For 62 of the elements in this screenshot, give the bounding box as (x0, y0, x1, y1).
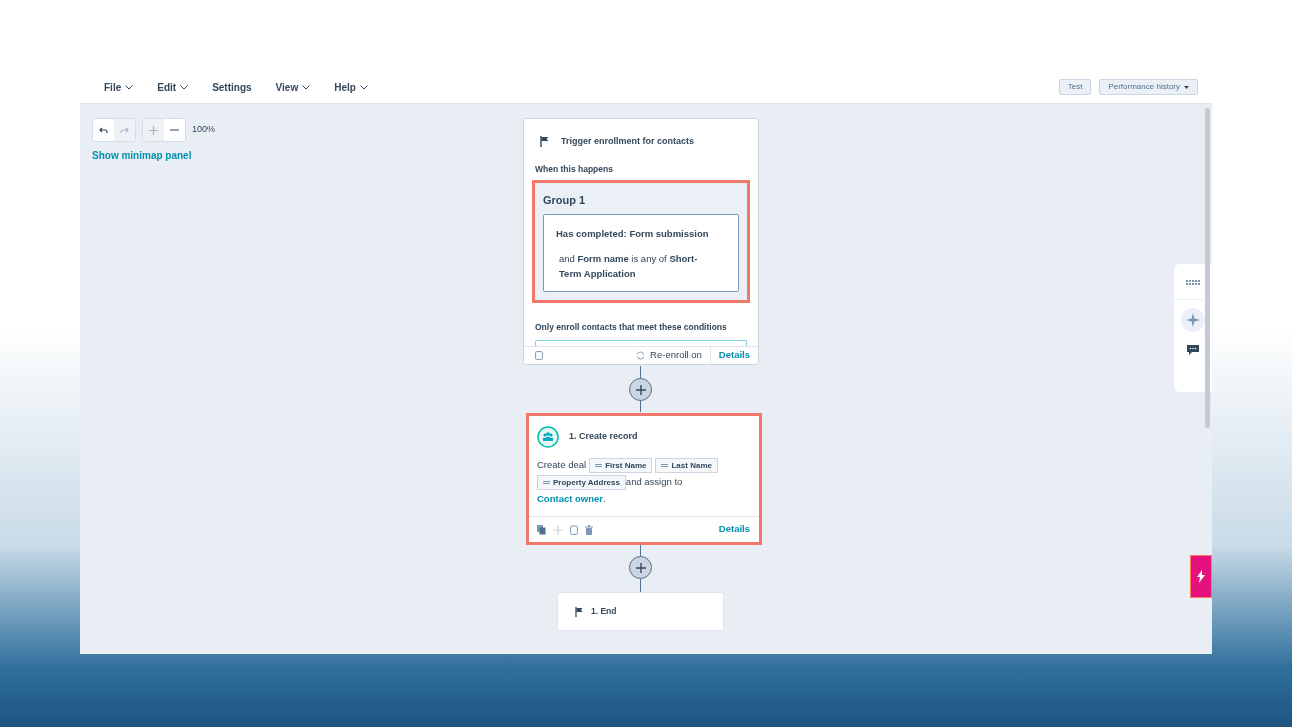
plus-icon (149, 125, 158, 135)
action-text: . (603, 492, 606, 506)
property-token[interactable]: Last Name (655, 458, 718, 473)
people-icon (537, 426, 559, 448)
plus-icon (635, 384, 646, 395)
clipboard-icon (535, 350, 543, 360)
section-label: Only enroll contacts that meet these conditions (534, 321, 727, 334)
condition-text: Has completed: Form submission (556, 226, 710, 241)
header-button[interactable]: Test (1058, 79, 1092, 95)
re-enroll-status: Re-enroll on (650, 348, 703, 363)
action-title: 1. Create record (569, 430, 638, 444)
refresh-icon (636, 350, 646, 360)
caret-icon (180, 85, 189, 90)
filter-text: and Form name is any of Short-Term Application (558, 252, 699, 281)
header-button[interactable]: Performance history (1099, 79, 1198, 95)
copy-icon (537, 524, 546, 535)
menu-item[interactable]: Settings (212, 80, 252, 95)
flag-icon (575, 606, 583, 617)
minus-icon (170, 129, 179, 131)
menu-item[interactable]: Edit (157, 80, 189, 95)
caret-icon (302, 85, 311, 90)
add-step-button[interactable] (629, 378, 652, 401)
action-text: and assign to (625, 475, 683, 490)
flag-icon (540, 136, 549, 148)
action-card[interactable]: 1. Create record Create deal First Name Last Name Property Address and assign to Contact owner. Details (529, 416, 759, 542)
text-type-icon (595, 464, 603, 467)
lightning-icon (1197, 570, 1205, 583)
caret-icon (1184, 85, 1189, 89)
zoom-in-button[interactable] (143, 119, 164, 141)
zoom-level: 100% (192, 123, 216, 137)
sparkle-icon[interactable] (1181, 308, 1205, 332)
move-icon (553, 524, 563, 535)
menu-item[interactable]: File (104, 80, 134, 95)
section-label: When this happens (534, 162, 613, 176)
redo-icon (120, 126, 129, 134)
menu-item[interactable]: Help (334, 80, 368, 95)
lightning-button[interactable] (1190, 555, 1212, 598)
chat-icon[interactable] (1187, 345, 1199, 355)
property-token[interactable]: Property Address (537, 475, 626, 490)
trigger-title: Trigger enrollment for contacts (561, 135, 695, 148)
owner-link[interactable]: Contact owner (537, 492, 603, 507)
caret-icon (125, 85, 134, 90)
undo-button[interactable] (93, 119, 114, 141)
end-title: 1. End (591, 605, 617, 618)
undo-icon (99, 126, 108, 134)
property-token[interactable]: First Name (589, 458, 653, 473)
action-text: Create deal (537, 458, 587, 473)
group-title: Group 1 (543, 193, 587, 209)
text-type-icon (543, 481, 550, 484)
zoom-out-button[interactable] (164, 119, 185, 141)
menu-item[interactable]: View (275, 80, 311, 95)
grid-icon[interactable] (1186, 280, 1200, 285)
details-button[interactable]: Details (709, 346, 758, 364)
clipboard-icon (570, 524, 578, 535)
trash-icon (585, 524, 593, 535)
conditions-field[interactable] (535, 339, 747, 346)
plus-icon (635, 562, 646, 573)
add-step-button[interactable] (629, 556, 652, 579)
condition-group[interactable]: Group 1 Has completed: Form submission and Form name is any of Short-Term Application (535, 183, 747, 300)
text-type-icon (661, 464, 669, 467)
caret-icon (359, 85, 368, 90)
details-button[interactable]: Details (718, 522, 750, 537)
